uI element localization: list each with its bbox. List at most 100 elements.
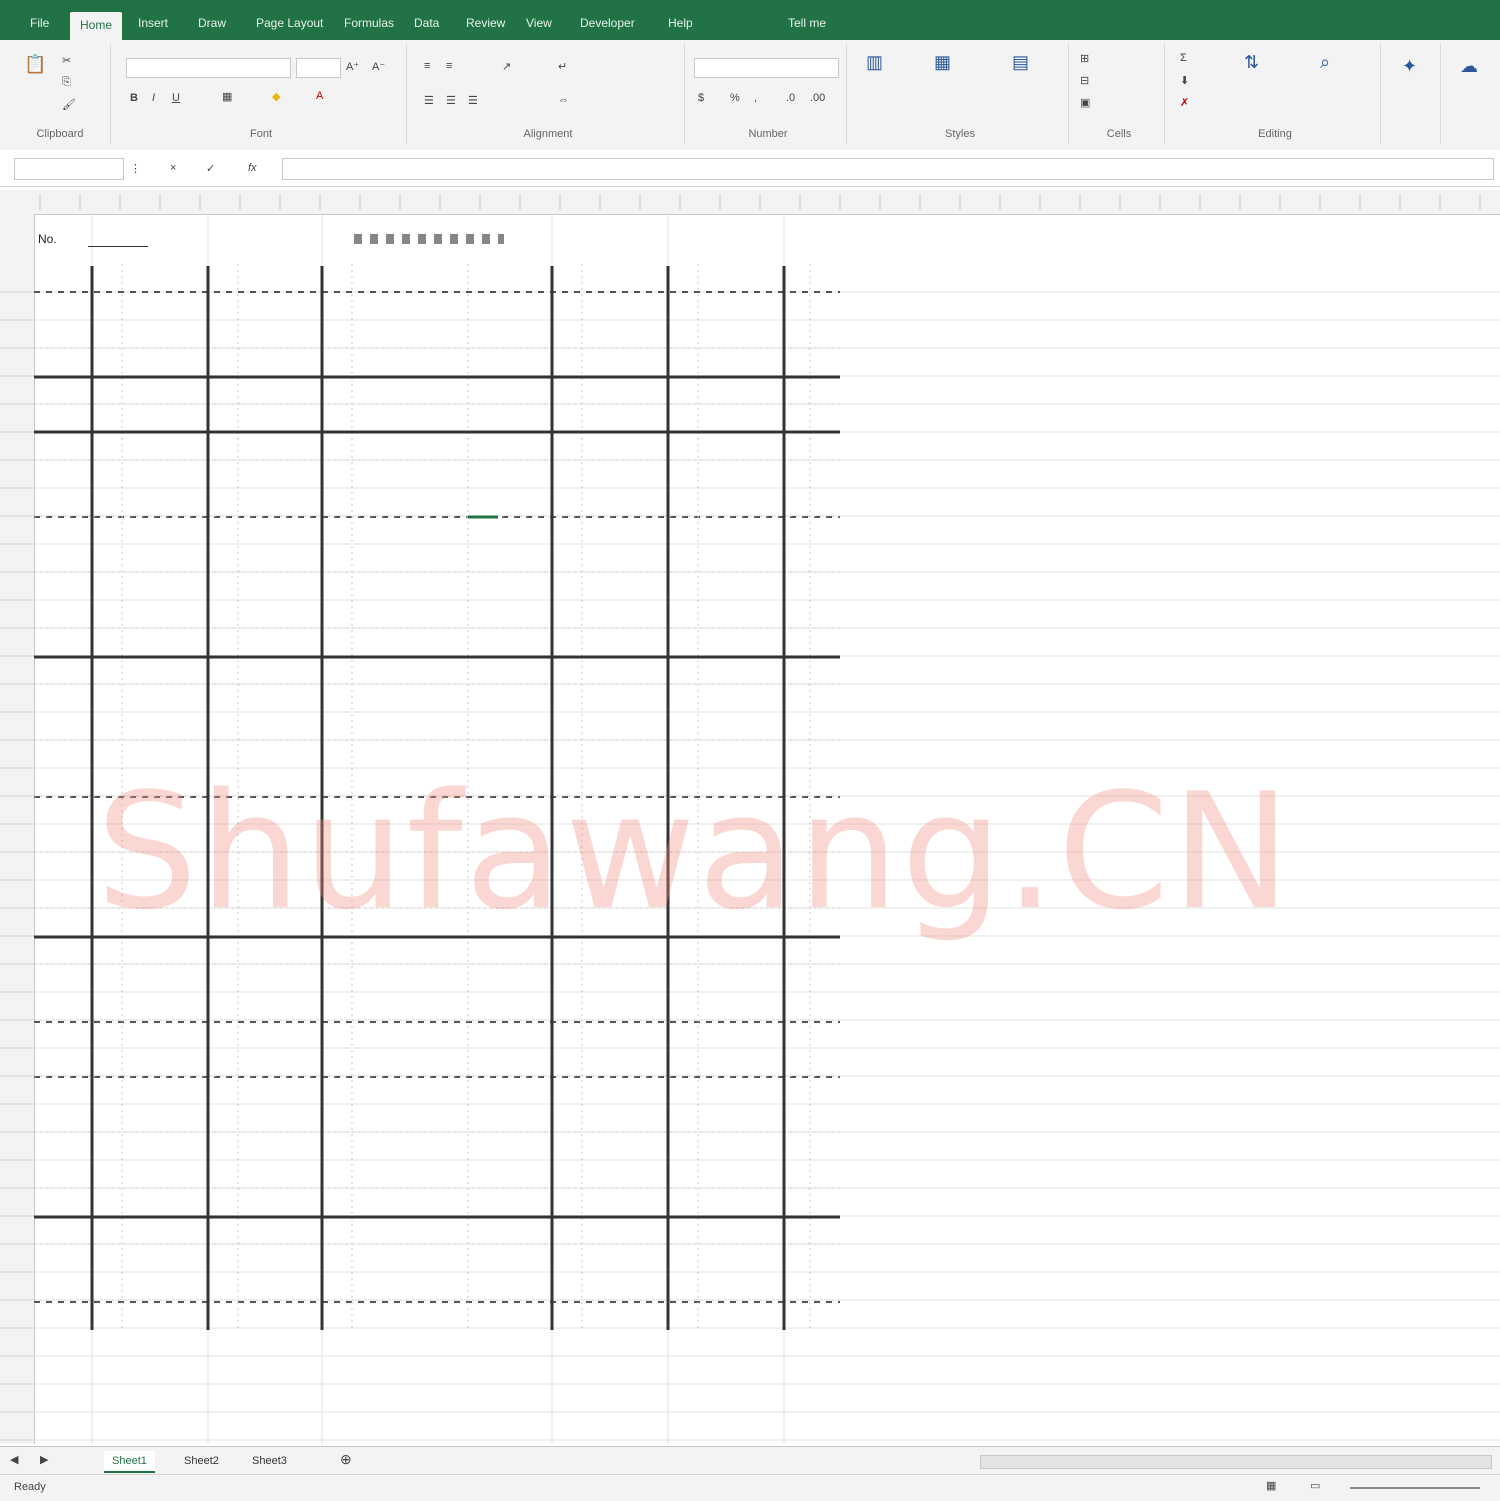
font-color-button[interactable]: A (316, 90, 323, 102)
number-format-select[interactable] (694, 58, 839, 78)
insert-cells-button[interactable]: ⊞ (1080, 52, 1089, 65)
ribbon-tab-bar: File Home Insert Draw Page Layout Formul… (0, 0, 1500, 40)
fill-color-button[interactable]: ◆ (272, 90, 280, 103)
format-cells-icon: ▣ (1080, 97, 1091, 109)
page-icon: ▭ (1310, 1480, 1321, 1492)
conditional-formatting-button[interactable]: ▥ (866, 52, 883, 73)
format-as-table-button[interactable]: ▦ (934, 52, 951, 73)
shrink-font-button[interactable]: A⁻ (372, 60, 385, 73)
increase-decimal-button[interactable]: .0 (786, 92, 795, 104)
tab-page-layout[interactable]: Page Layout (246, 10, 333, 36)
insert-function-button[interactable]: fx (248, 162, 257, 174)
share-button[interactable]: ☁ (1460, 56, 1478, 77)
underline-button[interactable]: U (172, 92, 180, 104)
sheet-tab-2[interactable]: Sheet2 (176, 1451, 227, 1471)
wrap-text-button[interactable]: ↵ (558, 60, 567, 73)
clipboard-group-label: Clipboard (36, 128, 84, 140)
font-color-icon: A (316, 90, 324, 102)
borders-button[interactable]: ▦ (222, 90, 232, 103)
tab-insert[interactable]: Insert (128, 10, 178, 36)
bold-button[interactable]: B (130, 92, 138, 104)
chevron-left-icon: ◀ (10, 1454, 19, 1466)
share-group: ☁ (1446, 44, 1500, 144)
tab-draw[interactable]: Draw (188, 10, 236, 36)
align-top-button[interactable]: ≡ (424, 60, 430, 72)
font-name-select[interactable] (126, 58, 291, 78)
delete-cells-button[interactable]: ⊟ (1080, 74, 1089, 87)
alignment-group: ≡ ≡ ↗ ↵ ☰ ☰ ☰ ⇔ Alignment (412, 44, 685, 144)
orientation-button[interactable]: ↗ (502, 60, 511, 73)
styles-group: ▥ ▦ ▤ Styles (852, 44, 1069, 144)
font-size-select[interactable] (296, 58, 341, 78)
font-group-label: Font (249, 128, 272, 140)
formula-bar-options[interactable]: ⋮ (130, 162, 141, 175)
insert-cells-icon: ⊞ (1080, 53, 1090, 65)
delete-cells-icon: ⊟ (1080, 75, 1090, 87)
copy-button[interactable]: ⎘ (62, 76, 71, 89)
format-painter-button[interactable]: 🖌 (62, 98, 76, 111)
autosum-button[interactable]: Σ (1180, 52, 1187, 64)
paste-button[interactable]: 📋 (24, 54, 46, 75)
next-sheet-button[interactable]: ▶ (40, 1453, 48, 1466)
cancel-button[interactable]: × (170, 162, 176, 174)
page-layout-view-button[interactable]: ▭ (1310, 1479, 1320, 1492)
name-box[interactable] (14, 158, 124, 180)
decrease-decimal-button[interactable]: .00 (810, 92, 825, 104)
add-sheet-button[interactable]: ⊕ (340, 1451, 352, 1468)
cells-group: ⊞ ⊟ ▣ Cells (1074, 44, 1165, 144)
sheet-tab-3[interactable]: Sheet3 (244, 1451, 295, 1471)
cut-button[interactable]: ✂ (62, 54, 71, 67)
alignment-group-label: Alignment (523, 128, 573, 140)
accounting-format-button[interactable]: $ (698, 92, 704, 104)
clear-button[interactable]: ✗ (1180, 96, 1189, 109)
styles-group-label: Styles (945, 128, 975, 140)
italic-button[interactable]: I (152, 92, 155, 104)
align-center-button[interactable]: ☰ (446, 94, 456, 107)
tab-data[interactable]: Data (404, 10, 449, 36)
tab-review[interactable]: Review (456, 10, 515, 36)
fill-button[interactable]: ⬇ (1180, 74, 1189, 87)
cell-styles-button[interactable]: ▤ (1012, 52, 1029, 73)
prev-sheet-button[interactable]: ◀ (10, 1453, 18, 1466)
italic-icon: I (152, 92, 156, 104)
border-icon: ▦ (222, 91, 233, 103)
increase-decimal-icon: .0 (786, 92, 796, 104)
editing-group: Σ ⬇ ✗ ⇅ ⌕ Editing (1170, 44, 1381, 144)
align-left-button[interactable]: ☰ (424, 94, 434, 107)
align-top-icon: ≡ (424, 60, 431, 72)
grow-font-button[interactable]: A⁺ (346, 60, 359, 73)
enter-button[interactable]: ✓ (206, 162, 215, 175)
merge-center-button[interactable]: ⇔ (558, 94, 569, 106)
ideas-button[interactable]: ✦ (1402, 56, 1417, 77)
find-select-button[interactable]: ⌕ (1320, 52, 1330, 73)
bold-icon: B (130, 92, 138, 104)
table-icon: ▦ (934, 52, 952, 72)
normal-view-button[interactable]: ▦ (1266, 1479, 1276, 1492)
tell-me-search[interactable]: Tell me (778, 10, 836, 36)
formula-input[interactable] (282, 158, 1494, 180)
tab-formulas[interactable]: Formulas (334, 10, 404, 36)
tab-file[interactable]: File (20, 10, 59, 36)
orientation-icon: ↗ (502, 61, 512, 73)
currency-icon: $ (698, 92, 705, 104)
percent-style-button[interactable]: % (730, 92, 740, 104)
zoom-slider[interactable] (1350, 1487, 1480, 1489)
format-cells-button[interactable]: ▣ (1080, 96, 1090, 109)
tab-developer[interactable]: Developer (570, 10, 645, 36)
editing-group-label: Editing (1258, 128, 1292, 140)
tab-home[interactable]: Home (70, 12, 123, 40)
merge-icon: ⇔ (558, 94, 569, 106)
sort-filter-button[interactable]: ⇅ (1244, 52, 1259, 73)
tab-view[interactable]: View (516, 10, 562, 36)
font-shrink-icon: A⁻ (372, 61, 386, 73)
tab-help[interactable]: Help (658, 10, 703, 36)
sheet-tab-1[interactable]: Sheet1 (104, 1451, 155, 1473)
worksheet-grid[interactable]: No. (34, 214, 1500, 1444)
align-right-button[interactable]: ☰ (468, 94, 478, 107)
clipboard-group: 📋 ✂ ⎘ 🖌 Clipboard (10, 44, 111, 144)
sigma-icon: Σ (1180, 52, 1187, 64)
comma-style-button[interactable]: , (754, 92, 757, 104)
align-middle-button[interactable]: ≡ (446, 60, 452, 72)
copy-icon: ⎘ (62, 76, 71, 88)
horizontal-scrollbar[interactable] (980, 1455, 1492, 1469)
